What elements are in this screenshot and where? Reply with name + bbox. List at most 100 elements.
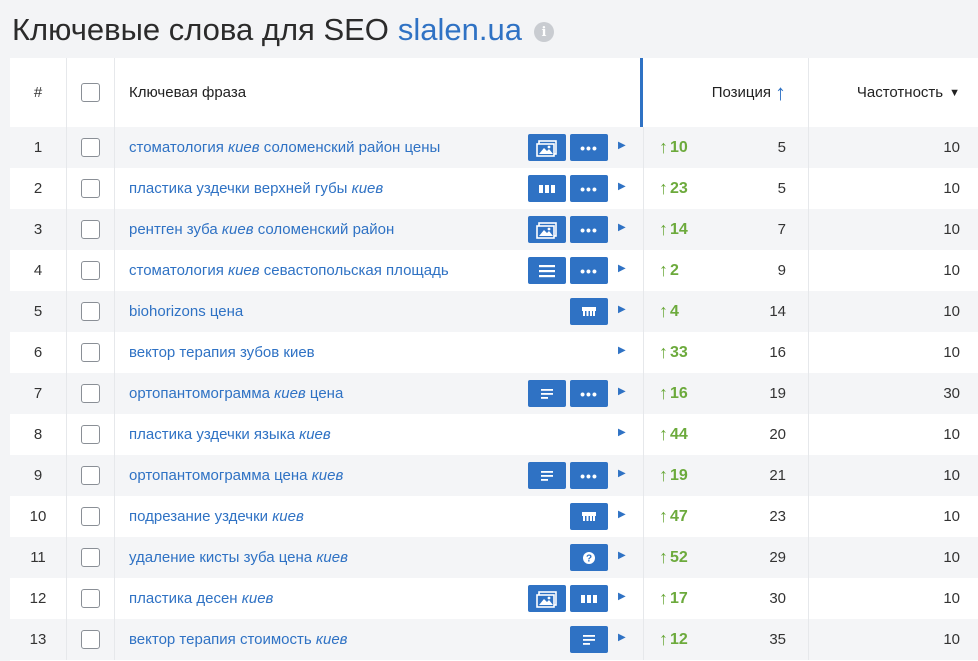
keyword-highlight: киев	[315, 631, 348, 648]
columns-button[interactable]	[570, 585, 608, 612]
more-icon: •••	[580, 180, 598, 197]
table-row[interactable]: 4 стоматология киев севастопольская площа…	[10, 250, 978, 291]
keyword-link[interactable]: пластика уздечки верхней губы киев	[129, 180, 383, 197]
image-button[interactable]	[528, 585, 566, 612]
table-row[interactable]: 7 ортопантомограмма киев цена ••• ▶ ↑ 16 19 30	[10, 373, 978, 414]
keyword-link[interactable]: пластика уздечки языка киев	[129, 426, 331, 443]
table-row[interactable]: 13 вектор терапия стоимость киев ▶ ↑ 12 35 10	[10, 619, 978, 660]
table-row[interactable]: 10 подрезание уздечки киев ▶ ↑ 47 23 10	[10, 496, 978, 537]
row-number: 6	[10, 332, 67, 373]
row-select-cell	[67, 496, 115, 537]
sort-asc-icon: ↑	[775, 79, 786, 105]
expand-arrow-icon[interactable]: ▶	[618, 591, 626, 602]
header-position[interactable]: Позиция ↑	[640, 58, 809, 127]
frequency-cell: 10	[809, 414, 978, 455]
columns-icon	[538, 184, 556, 194]
more-button[interactable]: •••	[570, 216, 608, 243]
table-row[interactable]: 1 стоматология киев соломенский район цен…	[10, 127, 978, 168]
more-button[interactable]: •••	[570, 134, 608, 161]
keyword-link[interactable]: подрезание уздечки киев	[129, 508, 304, 525]
position-value: 7	[777, 221, 786, 238]
frequency-value: 10	[943, 467, 960, 484]
expand-arrow-icon[interactable]: ▶	[618, 345, 626, 356]
frequency-value: 10	[943, 508, 960, 525]
row-select-cell	[67, 373, 115, 414]
keyword-link[interactable]: стоматология киев севастопольская площад…	[129, 262, 449, 279]
row-checkbox[interactable]	[81, 589, 100, 608]
expand-arrow-icon[interactable]: ▶	[618, 550, 626, 561]
expand-arrow-icon[interactable]: ▶	[618, 468, 626, 479]
position-cell: 5	[643, 127, 809, 168]
expand-arrow-icon[interactable]: ▶	[618, 509, 626, 520]
text-button[interactable]	[570, 626, 608, 653]
frequency-cell: 10	[809, 578, 978, 619]
table-row[interactable]: 2 пластика уздечки верхней губы киев ••• ▶ ↑…	[10, 168, 978, 209]
image-button[interactable]	[528, 216, 566, 243]
keyword-link[interactable]: biohorizons цена	[129, 303, 243, 320]
row-checkbox[interactable]	[81, 425, 100, 444]
more-button[interactable]: •••	[570, 175, 608, 202]
row-checkbox[interactable]	[81, 179, 100, 198]
table-row[interactable]: 5 biohorizons цена ▶ ↑ 4 14 10	[10, 291, 978, 332]
keyword-link[interactable]: рентген зуба киев соломенский район	[129, 221, 394, 238]
keyword-link[interactable]: вектор терапия зубов киев	[129, 344, 315, 361]
table-row[interactable]: 11 удаление кисты зуба цена киев? ▶ ↑ 52 29 10	[10, 537, 978, 578]
table-row[interactable]: 12 пластика десен киев ▶ ↑ 17 30 10	[10, 578, 978, 619]
keyword-highlight: киев	[228, 262, 260, 279]
keyword-link[interactable]: вектор терапия стоимость киев	[129, 631, 348, 648]
question-button[interactable]: ?	[570, 544, 608, 571]
keyword-link[interactable]: стоматология киев соломенский район цены	[129, 139, 440, 156]
table-row[interactable]: 3 рентген зуба киев соломенский район ••• ▶…	[10, 209, 978, 250]
frequency-value: 10	[943, 426, 960, 443]
header-keyword[interactable]: Ключевая фраза	[115, 58, 640, 127]
keyword-highlight: киев	[221, 221, 254, 238]
row-number: 8	[10, 414, 67, 455]
more-icon: •••	[580, 385, 598, 402]
position-value: 30	[769, 590, 786, 607]
more-button[interactable]: •••	[570, 462, 608, 489]
row-checkbox[interactable]	[81, 466, 100, 485]
expand-arrow-icon[interactable]: ▶	[618, 427, 626, 438]
select-all-checkbox[interactable]	[81, 83, 100, 102]
row-checkbox[interactable]	[81, 384, 100, 403]
expand-arrow-icon[interactable]: ▶	[618, 263, 626, 274]
expand-arrow-icon[interactable]: ▶	[618, 140, 626, 151]
store-button[interactable]	[570, 298, 608, 325]
keyword-link[interactable]: ортопантомограмма киев цена	[129, 385, 343, 402]
domain-link[interactable]: slalen.ua	[398, 12, 522, 48]
header-frequency[interactable]: Частотность ▼	[809, 58, 978, 127]
image-button[interactable]	[528, 134, 566, 161]
expand-arrow-icon[interactable]: ▶	[618, 386, 626, 397]
table-row[interactable]: 8 пластика уздечки языка киев ▶ ↑ 44 20 10	[10, 414, 978, 455]
keyword-link[interactable]: ортопантомограмма цена киев	[129, 467, 343, 484]
row-checkbox[interactable]	[81, 138, 100, 157]
keyword-text: biohorizons цена	[129, 303, 244, 320]
row-checkbox[interactable]	[81, 261, 100, 280]
columns-button[interactable]	[528, 175, 566, 202]
image-icon	[536, 139, 558, 157]
keyword-text: ортопантомограмма	[129, 385, 275, 402]
row-checkbox[interactable]	[81, 507, 100, 526]
row-checkbox[interactable]	[81, 548, 100, 567]
row-checkbox[interactable]	[81, 343, 100, 362]
row-number: 7	[10, 373, 67, 414]
expand-arrow-icon[interactable]: ▶	[618, 181, 626, 192]
row-checkbox[interactable]	[81, 220, 100, 239]
table-row[interactable]: 9 ортопантомограмма цена киев ••• ▶ ↑ 19 21 10	[10, 455, 978, 496]
row-checkbox[interactable]	[81, 302, 100, 321]
expand-arrow-icon[interactable]: ▶	[618, 222, 626, 233]
text-button[interactable]	[528, 380, 566, 407]
list-button[interactable]	[528, 257, 566, 284]
table-row[interactable]: 6 вектор терапия зубов киев ▶ ↑ 33 16 10	[10, 332, 978, 373]
row-checkbox[interactable]	[81, 630, 100, 649]
keyword-link[interactable]: удаление кисты зуба цена киев	[129, 549, 348, 566]
more-button[interactable]: •••	[570, 380, 608, 407]
more-button[interactable]: •••	[570, 257, 608, 284]
store-button[interactable]	[570, 503, 608, 530]
keyword-text: цена	[305, 385, 344, 402]
text-button[interactable]	[528, 462, 566, 489]
keyword-link[interactable]: пластика десен киев	[129, 590, 273, 607]
expand-arrow-icon[interactable]: ▶	[618, 304, 626, 315]
info-icon[interactable]: i	[534, 22, 554, 42]
expand-arrow-icon[interactable]: ▶	[618, 632, 626, 643]
